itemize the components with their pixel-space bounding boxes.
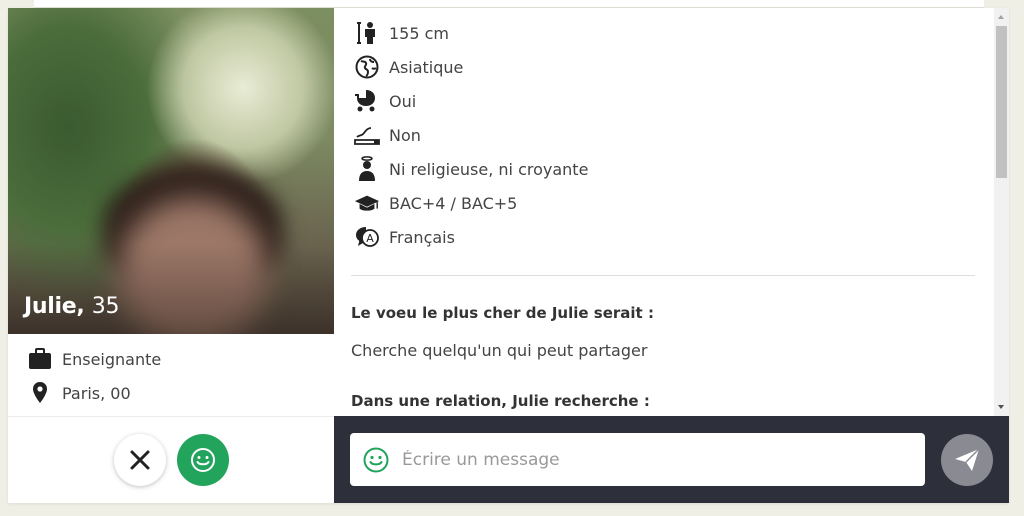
action-buttons xyxy=(8,416,334,503)
scrollbar-thumb[interactable] xyxy=(996,26,1007,178)
attribute-text: Français xyxy=(389,227,455,247)
send-button[interactable] xyxy=(941,434,993,486)
attribute-text: Non xyxy=(389,125,421,145)
attribute-ethnicity: Asiatique xyxy=(354,54,463,80)
photo-shade xyxy=(8,244,334,334)
wish-heading: Le voeu le plus cher de Julie serait : xyxy=(351,304,654,322)
profile-name-age: Julie, 35 xyxy=(24,294,119,319)
height-icon xyxy=(354,20,380,46)
previous-card-edge xyxy=(34,0,984,8)
message-input-box[interactable] xyxy=(350,433,925,486)
attribute-language: A Français xyxy=(354,224,455,250)
profile-job: Enseignante xyxy=(62,349,162,369)
section-divider xyxy=(351,275,975,276)
relationship-heading: Dans une relation, Julie recherche : xyxy=(351,392,650,410)
wish-answer: Cherche quelqu'un qui peut partager xyxy=(351,341,648,360)
graduation-cap-icon xyxy=(354,190,380,216)
attribute-text: 155 cm xyxy=(389,23,450,43)
religion-icon xyxy=(354,156,380,182)
attribute-education: BAC+4 / BAC+5 xyxy=(354,190,517,216)
like-button[interactable] xyxy=(177,434,229,486)
cigarette-icon xyxy=(354,122,380,148)
profile-card: Julie, 35 Enseignante Paris, 00 155 cm A… xyxy=(8,8,1009,503)
profile-name: Julie, xyxy=(24,294,85,319)
globe-icon xyxy=(354,54,380,80)
emoji-icon[interactable] xyxy=(362,446,390,474)
language-bubble-icon: A xyxy=(354,224,380,250)
reject-button[interactable] xyxy=(114,434,166,486)
message-bar xyxy=(334,416,1009,503)
close-icon xyxy=(130,450,150,470)
attribute-text: BAC+4 / BAC+5 xyxy=(389,193,518,213)
profile-job-row: Enseignante xyxy=(28,348,161,370)
stroller-icon xyxy=(354,88,380,114)
attribute-text: Asiatique xyxy=(389,57,464,77)
attribute-height: 155 cm xyxy=(354,20,449,46)
profile-location: Paris, 00 xyxy=(62,383,131,403)
profile-photo[interactable]: Julie, 35 xyxy=(8,8,334,334)
message-input[interactable] xyxy=(402,449,902,470)
attribute-smoking: Non xyxy=(354,122,421,148)
details-scrollbar[interactable] xyxy=(994,8,1009,416)
smiley-icon xyxy=(191,448,215,472)
svg-text:A: A xyxy=(366,232,374,245)
profile-age: 35 xyxy=(91,294,120,319)
briefcase-icon xyxy=(29,348,51,369)
attribute-text: Ni religieuse, ni croyante xyxy=(389,159,589,179)
attribute-text: Oui xyxy=(389,91,417,111)
scroll-down-arrow[interactable] xyxy=(998,405,1004,409)
attribute-religion: Ni religieuse, ni croyante xyxy=(354,156,588,182)
send-icon xyxy=(955,448,980,471)
attribute-children: Oui xyxy=(354,88,416,114)
profile-location-row: Paris, 00 xyxy=(28,381,131,405)
map-pin-icon xyxy=(33,382,47,403)
profile-details[interactable]: 155 cm Asiatique Oui Non Ni religieuse, … xyxy=(334,8,994,416)
scroll-up-arrow[interactable] xyxy=(998,15,1004,19)
